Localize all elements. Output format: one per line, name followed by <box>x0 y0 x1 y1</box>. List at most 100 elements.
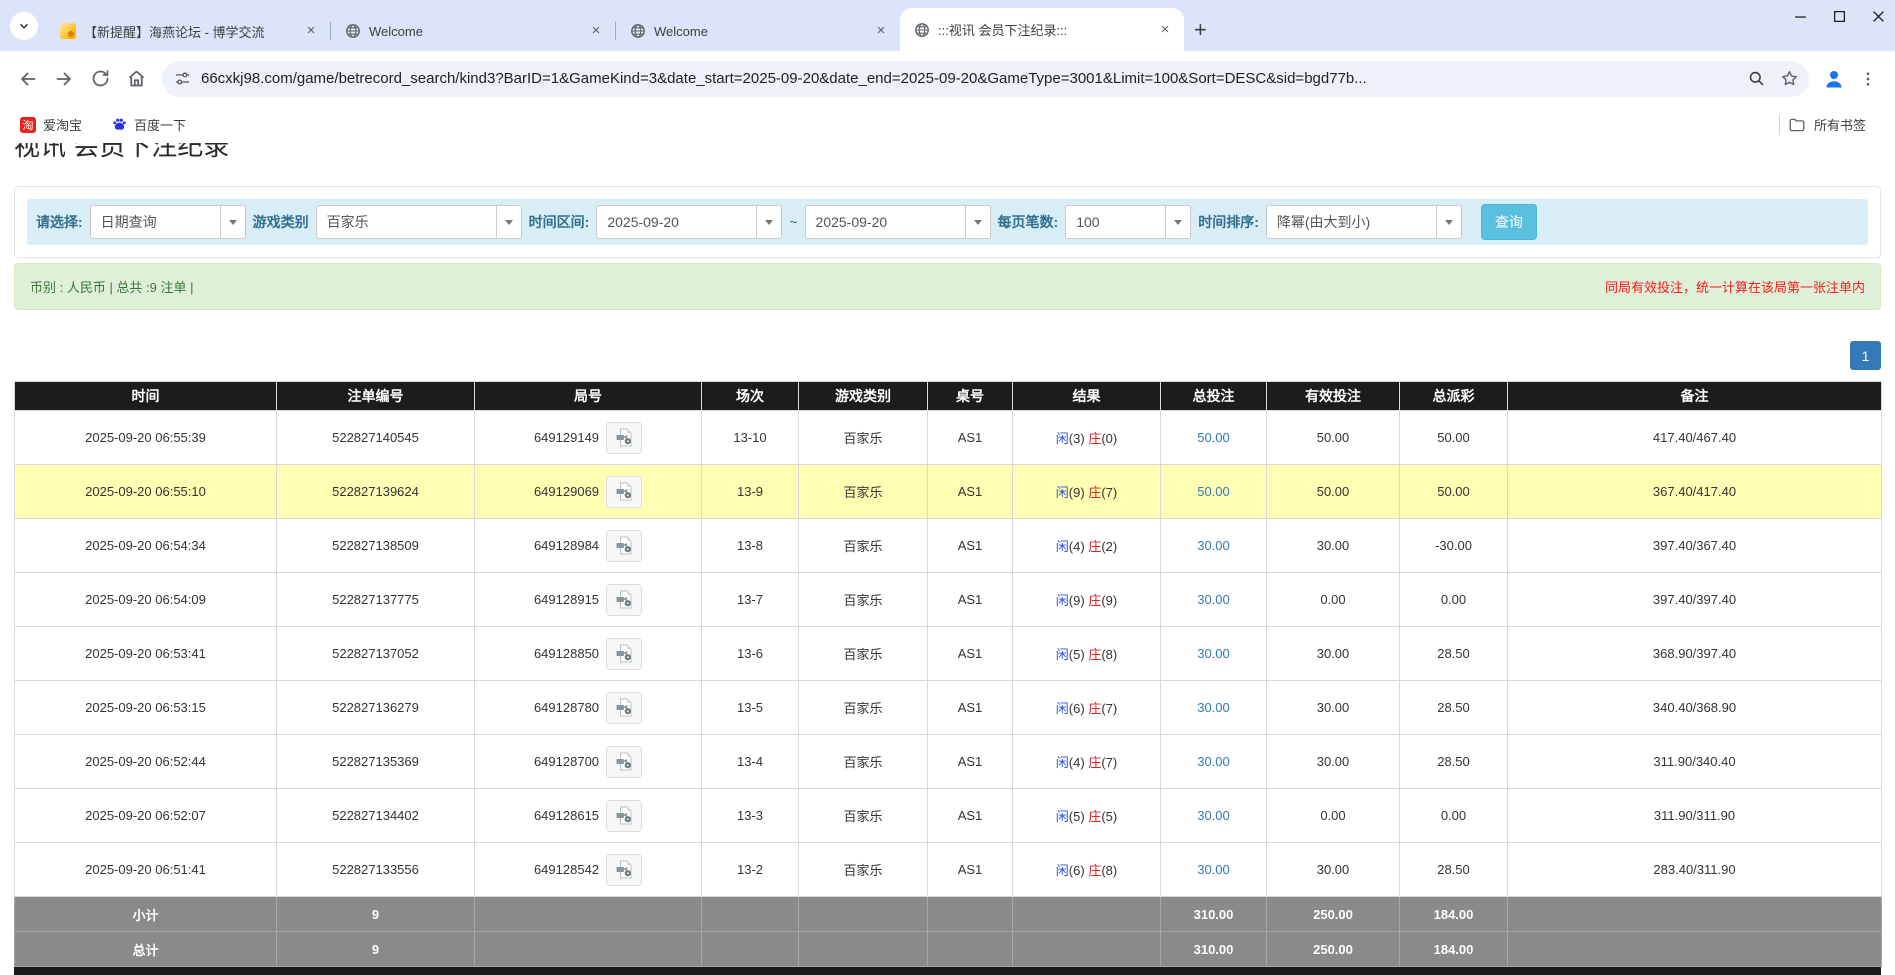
date-end-select[interactable]: 2025-09-20 <box>805 205 991 239</box>
video-replay-icon <box>614 859 635 880</box>
round-no-cell: 649129149 <box>475 411 702 465</box>
player-result: 闲 <box>1056 593 1069 608</box>
tab-welcome-1[interactable]: Welcome × <box>331 11 615 51</box>
total-bet-cell[interactable]: 30.00 <box>1161 627 1267 681</box>
total-bet-cell[interactable]: 30.00 <box>1161 573 1267 627</box>
tab-welcome-2[interactable]: Welcome × <box>616 11 900 51</box>
bookmark-star-icon[interactable] <box>1780 69 1799 88</box>
tab-close-icon[interactable]: × <box>587 22 605 40</box>
reload-button[interactable] <box>82 61 118 97</box>
maximize-button[interactable] <box>1829 6 1850 30</box>
table-no-cell: AS1 <box>928 573 1013 627</box>
session-cell: 13-9 <box>702 465 799 519</box>
profile-avatar[interactable] <box>1817 62 1851 96</box>
game-type-cell: 百家乐 <box>799 843 928 897</box>
valid-bet-sum-cell: 250.00 <box>1267 932 1400 967</box>
site-settings-icon[interactable] <box>174 70 191 87</box>
bet-records-table: 时间 注单编号 局号 场次 游戏类别 桌号 结果 总投注 有效投注 总派彩 备注… <box>14 381 1882 967</box>
back-button[interactable] <box>10 61 46 97</box>
banker-result: 庄 <box>1088 755 1101 770</box>
search-button[interactable]: 查询 <box>1481 204 1537 240</box>
time-cell: 2025-09-20 06:52:07 <box>15 789 277 843</box>
query-mode-select[interactable]: 日期查询 <box>90 205 246 239</box>
round-no-cell: 649128700 <box>475 735 702 789</box>
home-button[interactable] <box>118 61 154 97</box>
tab-close-icon[interactable]: × <box>1156 21 1174 39</box>
total-bet-cell[interactable]: 30.00 <box>1161 789 1267 843</box>
video-replay-button[interactable] <box>606 476 642 508</box>
valid-bet-cell: 30.00 <box>1267 519 1400 573</box>
forward-icon <box>53 68 75 90</box>
video-replay-button[interactable] <box>606 854 642 886</box>
time-cell: 2025-09-20 06:55:10 <box>15 465 277 519</box>
video-replay-icon <box>614 589 635 610</box>
url-text[interactable]: 66cxkj98.com/game/betrecord_search/kind3… <box>201 70 1737 87</box>
payout-cell: 0.00 <box>1400 789 1508 843</box>
round-no-text: 649129149 <box>534 430 599 445</box>
currency-summary: 币别 : 人民币 | 总共 :9 注单 | <box>30 277 194 296</box>
forward-button[interactable] <box>46 61 82 97</box>
total-bet-cell[interactable]: 50.00 <box>1161 411 1267 465</box>
time-cell: 2025-09-20 06:54:09 <box>15 573 277 627</box>
tab-bet-records-active[interactable]: :::视讯 会员下注纪录::: × <box>900 8 1184 51</box>
video-replay-button[interactable] <box>606 584 642 616</box>
per-page-value: 100 <box>1066 214 1165 230</box>
video-replay-button[interactable] <box>606 692 642 724</box>
table-row: 2025-09-20 06:52:07522827134402649128615… <box>15 789 1882 843</box>
total-bet-cell[interactable]: 30.00 <box>1161 843 1267 897</box>
video-replay-button[interactable] <box>606 638 642 670</box>
bookmark-taobao[interactable]: 淘 爱淘宝 <box>12 111 90 138</box>
page-1-button[interactable]: 1 <box>1850 341 1881 370</box>
round-no-cell: 649129069 <box>475 465 702 519</box>
payout-cell: 28.50 <box>1400 843 1508 897</box>
game-type-cell: 百家乐 <box>799 681 928 735</box>
payout-cell: 0.00 <box>1400 573 1508 627</box>
chevron-down-icon <box>17 19 31 33</box>
home-icon <box>126 68 147 89</box>
video-replay-button[interactable] <box>606 800 642 832</box>
new-tab-button[interactable]: + <box>1194 23 1207 37</box>
valid-bet-cell: 30.00 <box>1267 681 1400 735</box>
total-bet-cell[interactable]: 30.00 <box>1161 735 1267 789</box>
sort-select[interactable]: 降幂(由大到小) <box>1266 205 1462 239</box>
close-window-button[interactable] <box>1868 6 1889 30</box>
summary-bar: 币别 : 人民币 | 总共 :9 注单 | 同局有效投注，统一计算在该局第一张注… <box>14 263 1881 310</box>
video-replay-button[interactable] <box>606 530 642 562</box>
total-bet-cell[interactable]: 30.00 <box>1161 519 1267 573</box>
video-replay-icon <box>614 805 635 826</box>
zoom-icon[interactable] <box>1747 69 1766 88</box>
player-result: 闲 <box>1056 863 1069 878</box>
all-bookmarks[interactable]: 所有书签 <box>1779 115 1883 135</box>
note-cell: 397.40/397.40 <box>1508 573 1882 627</box>
total-bet-cell[interactable]: 50.00 <box>1161 465 1267 519</box>
table-row: 2025-09-20 06:53:15522827136279649128780… <box>15 681 1882 735</box>
game-type-select[interactable]: 百家乐 <box>316 205 522 239</box>
tab-close-icon[interactable]: × <box>872 22 890 40</box>
col-round-no: 局号 <box>475 382 702 411</box>
valid-bet-cell: 50.00 <box>1267 465 1400 519</box>
table-no-cell: AS1 <box>928 465 1013 519</box>
session-cell: 13-10 <box>702 411 799 465</box>
bookmark-baidu[interactable]: 百度一下 <box>104 111 194 138</box>
globe-icon <box>345 23 361 39</box>
tab-forum[interactable]: 【新提醒】海燕论坛 - 博学交流 × <box>46 11 330 51</box>
video-replay-button[interactable] <box>606 746 642 778</box>
browser-toolbar: 66cxkj98.com/game/betrecord_search/kind3… <box>0 51 1895 106</box>
table-total-row: 小计9310.00250.00184.00 <box>15 897 1882 932</box>
col-payout: 总派彩 <box>1400 382 1508 411</box>
valid-bet-cell: 30.00 <box>1267 843 1400 897</box>
url-bar[interactable]: 66cxkj98.com/game/betrecord_search/kind3… <box>162 61 1809 97</box>
player-result: 闲 <box>1056 809 1069 824</box>
date-start-select[interactable]: 2025-09-20 <box>596 205 782 239</box>
tab-close-icon[interactable]: × <box>302 22 320 40</box>
result-cell: 闲(4) 庄(2) <box>1013 519 1161 573</box>
total-bet-cell[interactable]: 30.00 <box>1161 681 1267 735</box>
table-row: 2025-09-20 06:51:41522827133556649128542… <box>15 843 1882 897</box>
time-cell: 2025-09-20 06:53:15 <box>15 681 277 735</box>
video-replay-button[interactable] <box>606 422 642 454</box>
round-no-cell: 649128542 <box>475 843 702 897</box>
per-page-select[interactable]: 100 <box>1065 205 1191 239</box>
minimize-button[interactable] <box>1790 6 1811 30</box>
browser-menu-button[interactable] <box>1851 62 1885 96</box>
tab-search-button[interactable] <box>10 12 38 40</box>
